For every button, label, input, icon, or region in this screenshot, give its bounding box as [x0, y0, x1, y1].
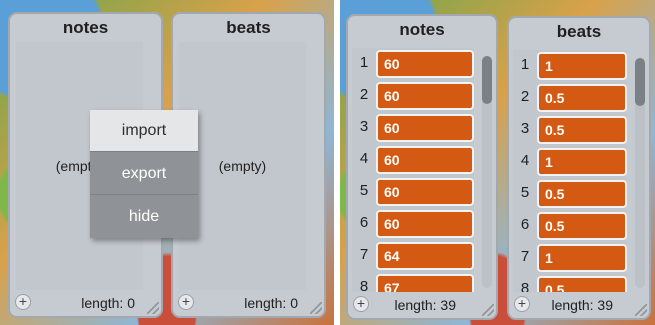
list-item-value[interactable]: 60 [376, 178, 474, 206]
resize-grip-icon[interactable] [635, 304, 647, 316]
list-item[interactable]: 11 [513, 50, 627, 82]
scrollbar-thumb[interactable] [482, 56, 492, 104]
add-item-button[interactable]: + [15, 294, 31, 310]
list-item-index: 1 [359, 54, 369, 71]
list-item-index: 3 [359, 118, 369, 135]
list-item-value[interactable]: 1 [537, 148, 627, 176]
menu-item-hide[interactable]: hide [90, 196, 198, 238]
length-label: length: 0 [81, 295, 135, 311]
list-item-index: 5 [359, 182, 369, 199]
list-title: notes [399, 20, 445, 39]
list-item[interactable]: 71 [513, 242, 627, 274]
plus-icon: + [356, 295, 366, 311]
list-footer: + length: 39 [509, 292, 649, 318]
list-item-index: 8 [359, 278, 369, 292]
list-item[interactable]: 41 [513, 146, 627, 178]
list-item-value[interactable]: 60 [376, 82, 474, 110]
list-item-index: 3 [520, 120, 530, 137]
list-item[interactable]: 5 0.5 [513, 178, 627, 210]
plus-icon: + [18, 293, 28, 309]
add-item-button[interactable]: + [514, 296, 530, 312]
list-item[interactable]: 8 67 [352, 272, 474, 292]
add-item-button[interactable]: + [353, 296, 369, 312]
list-body: 1 60 2 60 3 60 4 60 5 60 6 60 7 64 8 67 [352, 48, 474, 292]
list-item-value[interactable]: 1 [537, 52, 627, 80]
list-item-value[interactable]: 0.5 [537, 84, 627, 112]
list-item-value[interactable]: 1 [537, 244, 627, 272]
list-footer: + length: 39 [348, 292, 496, 318]
list-item-index: 6 [520, 216, 530, 233]
length-label: length: 0 [244, 295, 298, 311]
list-item-index: 2 [359, 86, 369, 103]
list-item[interactable]: 2 0.5 [513, 82, 627, 114]
list-item-value[interactable]: 60 [376, 50, 474, 78]
list-item[interactable]: 1 60 [352, 48, 474, 80]
list-item-index: 6 [359, 214, 369, 231]
list-item-index: 8 [520, 280, 530, 292]
list-item-index: 4 [359, 150, 369, 167]
list-item-index: 5 [520, 184, 530, 201]
list-item-value[interactable]: 60 [376, 114, 474, 142]
list-item-value[interactable]: 60 [376, 210, 474, 238]
list-body: (empty) [179, 42, 306, 290]
menu-item-export[interactable]: export [90, 153, 198, 195]
list-item[interactable]: 2 60 [352, 80, 474, 112]
list-item-value[interactable]: 60 [376, 146, 474, 174]
list-item[interactable]: 3 60 [352, 112, 474, 144]
right-stage-panel: notes 1 60 2 60 3 60 4 60 5 60 6 60 7 64 8 67 + length:… [340, 0, 655, 325]
list-item-index: 1 [520, 56, 530, 73]
plus-icon: + [181, 293, 191, 309]
list-item-index: 7 [520, 248, 530, 265]
list-item[interactable]: 7 64 [352, 240, 474, 272]
list-title: beats [556, 22, 602, 41]
list-item-index: 2 [520, 88, 530, 105]
list-item[interactable]: 8 0.5 [513, 274, 627, 292]
list-footer: + length: 0 [10, 290, 161, 316]
scrollbar[interactable] [635, 58, 645, 288]
list-item-value[interactable]: 0.5 [537, 276, 627, 292]
scrollbar[interactable] [482, 56, 492, 288]
list-item[interactable]: 3 0.5 [513, 114, 627, 146]
list-item[interactable]: 5 60 [352, 176, 474, 208]
list-item-value[interactable]: 0.5 [537, 180, 627, 208]
list-item-value[interactable]: 0.5 [537, 116, 627, 144]
length-label: length: 39 [551, 297, 614, 313]
menu-item-import[interactable]: import [90, 110, 198, 152]
empty-label: (empty) [218, 158, 267, 174]
list-item[interactable]: 6 0.5 [513, 210, 627, 242]
list-item[interactable]: 6 60 [352, 208, 474, 240]
list-item-index: 4 [520, 152, 530, 169]
scrollbar-thumb[interactable] [635, 58, 645, 106]
list-item-index: 7 [359, 246, 369, 263]
resize-grip-icon[interactable] [482, 304, 494, 316]
list-title: beats [226, 18, 271, 37]
notes-list-monitor[interactable]: notes 1 60 2 60 3 60 4 60 5 60 6 60 7 64 8 67 + length:… [346, 14, 498, 320]
resize-grip-icon[interactable] [310, 302, 322, 314]
resize-grip-icon[interactable] [147, 302, 159, 314]
list-item-value[interactable]: 64 [376, 242, 474, 270]
list-item-value[interactable]: 0.5 [537, 212, 627, 240]
left-stage-panel: notes (empty) + length: 0 beats (empty) … [0, 0, 334, 325]
list-item-value[interactable]: 67 [376, 274, 474, 292]
list-footer: + length: 0 [173, 290, 324, 316]
plus-icon: + [517, 295, 527, 311]
list-title: notes [62, 18, 109, 37]
add-item-button[interactable]: + [178, 294, 194, 310]
context-menu: import export hide [90, 110, 198, 238]
list-item[interactable]: 4 60 [352, 144, 474, 176]
beats-list-monitor[interactable]: beats 1 1 2 0.5 3 0.5 4 1 5 0.5 6 0.5 7 1 8 0.5 + lengt… [507, 16, 651, 320]
length-label: length: 39 [394, 297, 457, 313]
list-body: 1 1 2 0.5 3 0.5 4 1 5 0.5 6 0.5 7 1 8 0.5 [513, 50, 627, 292]
